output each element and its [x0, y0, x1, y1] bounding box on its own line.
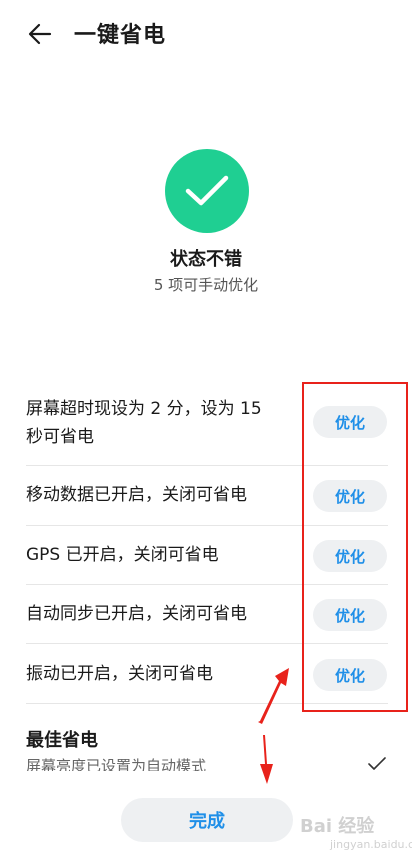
annotation-arrow-down — [260, 735, 273, 784]
power-saving-page: 一键省电 状态不错 5 项可手动优化 屏幕超时现设为 2 分，设为 15 秒可省… — [0, 0, 412, 866]
annotation-arrows — [258, 668, 289, 784]
annotation-arrow-up-right — [258, 668, 289, 724]
